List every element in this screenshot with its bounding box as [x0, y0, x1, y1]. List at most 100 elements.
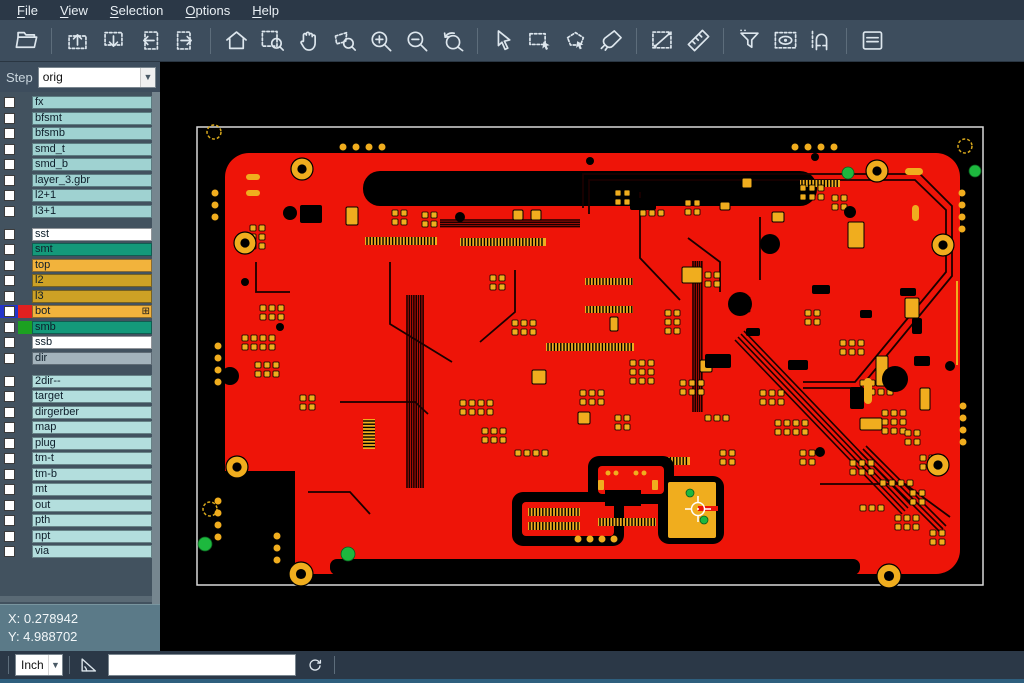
home-button[interactable]: [220, 25, 252, 57]
layer-row-npt[interactable]: npt: [0, 530, 152, 543]
layer-name[interactable]: target: [32, 390, 152, 403]
layer-checkbox[interactable]: [4, 391, 15, 402]
layer-name[interactable]: top: [32, 259, 152, 272]
open-button[interactable]: [10, 25, 42, 57]
layer-row-bfsmb[interactable]: bfsmb: [0, 127, 152, 140]
layer-checkbox[interactable]: [4, 407, 15, 418]
layer-checkbox[interactable]: [4, 291, 15, 302]
layer-row-tm-t[interactable]: tm-t: [0, 452, 152, 465]
chevron-down-icon[interactable]: ▼: [48, 655, 62, 675]
shift-up-button[interactable]: [61, 25, 93, 57]
layer-row-smt[interactable]: smt: [0, 243, 152, 256]
layer-name[interactable]: dir: [32, 352, 152, 365]
layer-name[interactable]: smd_t: [32, 143, 152, 156]
layer-name[interactable]: layer_3.gbr: [32, 174, 152, 187]
layer-name[interactable]: smb: [32, 321, 152, 334]
layer-row-layer_3.gbr[interactable]: layer_3.gbr: [0, 174, 152, 187]
angle-measure-icon[interactable]: [76, 652, 102, 678]
menu-item-file[interactable]: File: [6, 3, 49, 18]
layer-checkbox[interactable]: [4, 244, 15, 255]
layer-checkbox[interactable]: [4, 322, 15, 333]
layer-name[interactable]: mt: [32, 483, 152, 496]
shift-left-button[interactable]: [133, 25, 165, 57]
layer-row-top[interactable]: top: [0, 259, 152, 272]
layer-name[interactable]: l3: [32, 290, 152, 303]
layer-name[interactable]: pth: [32, 514, 152, 527]
layer-checkbox[interactable]: [4, 206, 15, 217]
pan-button[interactable]: [292, 25, 324, 57]
layer-row-l3[interactable]: l3: [0, 290, 152, 303]
layer-row-2dir--[interactable]: 2dir--: [0, 375, 152, 388]
layer-checkbox[interactable]: [4, 484, 15, 495]
layer-checkbox[interactable]: [4, 453, 15, 464]
step-dropdown[interactable]: orig ▼: [38, 67, 156, 88]
layer-row-plug[interactable]: plug: [0, 437, 152, 450]
layer-row-smd_t[interactable]: smd_t: [0, 143, 152, 156]
layer-row-target[interactable]: target: [0, 390, 152, 403]
shift-right-button[interactable]: [169, 25, 201, 57]
layer-row-mt[interactable]: mt: [0, 483, 152, 496]
layer-row-smb[interactable]: smb: [0, 321, 152, 334]
layer-name[interactable]: bfsmt: [32, 112, 152, 125]
ruler-button[interactable]: [682, 25, 714, 57]
layer-name[interactable]: fx: [32, 96, 152, 109]
layer-checkbox[interactable]: [4, 422, 15, 433]
layer-checkbox[interactable]: [4, 500, 15, 511]
layer-checkbox[interactable]: [4, 97, 15, 108]
zoom-back-button[interactable]: [436, 25, 468, 57]
layer-name[interactable]: tm-t: [32, 452, 152, 465]
view-button[interactable]: [769, 25, 801, 57]
layer-checkbox[interactable]: [4, 546, 15, 557]
layer-name[interactable]: ssb: [32, 336, 152, 349]
layer-name[interactable]: out: [32, 499, 152, 512]
layer-name[interactable]: tm-b: [32, 468, 152, 481]
layer-name[interactable]: l2: [32, 274, 152, 287]
layer-checkbox[interactable]: [4, 306, 15, 317]
select-rect-button[interactable]: [523, 25, 555, 57]
zoom-in-button[interactable]: [364, 25, 396, 57]
layer-row-l3+1[interactable]: l3+1: [0, 205, 152, 218]
layer-checkbox[interactable]: [4, 515, 15, 526]
layer-name[interactable]: l2+1: [32, 189, 152, 202]
select-button[interactable]: [487, 25, 519, 57]
layer-row-fx[interactable]: fx: [0, 96, 152, 109]
layer-checkbox[interactable]: [4, 229, 15, 240]
layer-checkbox[interactable]: [4, 190, 15, 201]
select-poly-button[interactable]: [559, 25, 591, 57]
measure-button[interactable]: [646, 25, 678, 57]
layer-checkbox[interactable]: [4, 175, 15, 186]
layer-checkbox[interactable]: [4, 337, 15, 348]
layer-name[interactable]: sst: [32, 228, 152, 241]
vertical-scrollbar[interactable]: [152, 92, 160, 604]
layer-row-dir[interactable]: dir: [0, 352, 152, 365]
layer-row-map[interactable]: map: [0, 421, 152, 434]
layer-row-dirgerber[interactable]: dirgerber: [0, 406, 152, 419]
brush-button[interactable]: [595, 25, 627, 57]
zoom-area-button[interactable]: [328, 25, 360, 57]
layer-checkbox[interactable]: [4, 128, 15, 139]
layer-name[interactable]: plug: [32, 437, 152, 450]
shift-down-button[interactable]: [97, 25, 129, 57]
layer-row-bot[interactable]: bot⊞: [0, 305, 152, 318]
command-input[interactable]: [108, 654, 296, 676]
layer-name[interactable]: map: [32, 421, 152, 434]
layer-row-sst[interactable]: sst: [0, 228, 152, 241]
layer-checkbox[interactable]: [4, 159, 15, 170]
menu-item-help[interactable]: Help: [241, 3, 290, 18]
layer-checkbox[interactable]: [4, 260, 15, 271]
layer-name[interactable]: smd_b: [32, 158, 152, 171]
snap-button[interactable]: [805, 25, 837, 57]
layer-checkbox[interactable]: [4, 438, 15, 449]
menu-item-selection[interactable]: Selection: [99, 3, 174, 18]
layer-checkbox[interactable]: [4, 531, 15, 542]
pcb-canvas[interactable]: [160, 62, 1024, 651]
layer-row-pth[interactable]: pth: [0, 514, 152, 527]
layer-row-l2[interactable]: l2: [0, 274, 152, 287]
menu-item-view[interactable]: View: [49, 3, 99, 18]
layer-checkbox[interactable]: [4, 275, 15, 286]
menu-item-options[interactable]: Options: [174, 3, 241, 18]
list-button[interactable]: [856, 25, 888, 57]
layer-name[interactable]: 2dir--: [32, 375, 152, 388]
layer-row-tm-b[interactable]: tm-b: [0, 468, 152, 481]
layer-checkbox[interactable]: [4, 353, 15, 364]
